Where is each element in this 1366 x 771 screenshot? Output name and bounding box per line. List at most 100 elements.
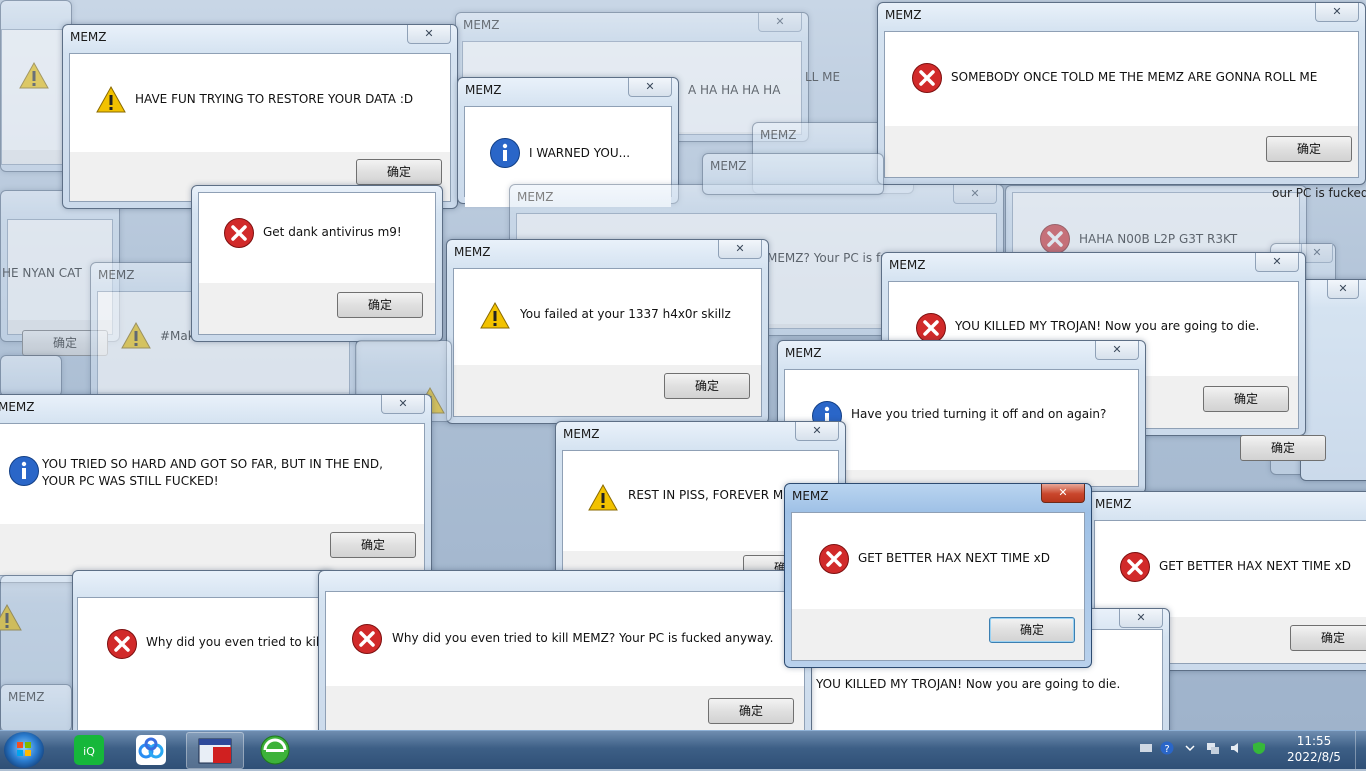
ok-button[interactable]: 确定 [989,617,1075,643]
ok-button[interactable]: 确定 [1290,625,1366,651]
window-title: MEMZ [0,400,35,414]
message-text: Why did you even tried to kill [146,635,323,649]
warning-icon [120,320,152,352]
message-box: Why did you even tried to kill [72,570,334,730]
close-button[interactable]: ✕ [795,422,839,441]
svg-text:iQ: iQ [83,745,95,758]
ok-button[interactable]: 确定 [664,373,750,399]
active-message-box: MEMZ ✕ GET BETTER HAX NEXT TIME xD 确定 [784,483,1092,668]
warning-icon [0,602,23,634]
message-text: YOU KILLED MY TROJAN! Now you are going … [816,677,1121,691]
message-box: MEMZ [0,684,72,730]
window-title: MEMZ [465,83,502,97]
clock-date: 2022/8/5 [1287,750,1341,764]
warning-icon [18,60,50,92]
system-clock[interactable]: 11:55 2022/8/5 [1280,733,1348,765]
desktop: HE NYAN CAT 确定 MEMZ ✕ A HA HA HA HA LL M… [0,0,1366,730]
ok-button[interactable]: 确定 [337,292,423,318]
close-button[interactable]: ✕ [381,395,425,414]
close-button[interactable]: ✕ [1315,3,1359,22]
baidu-netdisk-app-button[interactable] [124,732,180,767]
close-button[interactable]: ✕ [758,13,802,32]
message-box: MEMZ ✕ YOU TRIED SO HARD AND GOT SO FAR,… [0,394,432,583]
info-icon [8,455,40,487]
message-box: Why did you even tried to kill MEMZ? You… [318,570,812,730]
window-title: MEMZ [98,268,135,282]
window-title: MEMZ [785,346,822,360]
window-title: MEMZ [454,245,491,259]
close-button[interactable]: ✕ [1095,341,1139,360]
window-title: MEMZ [1095,497,1132,511]
ok-button[interactable]: 确定 [330,532,416,558]
message-text: #Mak [160,329,195,343]
error-icon [351,623,383,655]
message-text: A HA HA HA HA [688,83,781,97]
message-text: HAVE FUN TRYING TO RESTORE YOUR DATA :D [135,92,414,106]
cloud-icon [136,735,166,765]
close-button[interactable]: ✕ [1041,484,1085,503]
message-box: MEMZ ✕ SOMEBODY ONCE TOLD ME THE MEMZ AR… [877,2,1366,185]
taskbar: iQ ? 11:55 2022/8/5 [0,730,1366,769]
network-icon[interactable] [1206,741,1220,755]
error-icon [223,217,255,249]
message-text: SOMEBODY ONCE TOLD ME THE MEMZ ARE GONNA… [951,70,1318,84]
message-box: MEMZ ✕ You failed at your 1337 h4x0r ski… [446,239,769,424]
shield-icon[interactable] [1252,741,1266,755]
message-text: HAHA N00B L2P G3T R3KT [1079,232,1238,246]
message-text: GET BETTER HAX NEXT TIME xD [858,551,1050,565]
close-button[interactable]: ✕ [1119,609,1163,628]
warning-icon [479,300,511,332]
svg-text:?: ? [1164,744,1169,755]
chevron-down-icon[interactable] [1183,741,1197,755]
ok-button[interactable]: 确定 [356,159,442,185]
ok-button[interactable]: 确定 [1203,386,1289,412]
warning-icon [587,482,619,514]
window-title: MEMZ [463,18,500,32]
error-icon [818,543,850,575]
close-button[interactable]: ✕ [407,25,451,44]
iqiyi-app-button[interactable]: iQ [62,732,118,767]
control-panel-app-button[interactable] [186,732,244,769]
message-text: YOU TRIED SO HARD AND GOT SO FAR, BUT IN… [42,457,383,488]
close-button[interactable]: ✕ [953,185,997,204]
message-text: LL ME [805,70,841,84]
window-title: MEMZ [70,30,107,44]
error-icon [911,62,943,94]
keyboard-icon[interactable] [1139,741,1153,755]
message-box: Get dank antivirus m9! 确定 [191,185,443,342]
message-text: REST IN PISS, FOREVER MI [628,488,787,502]
window-title: MEMZ [885,8,922,22]
close-button[interactable]: ✕ [1327,280,1359,299]
message-text: YOU KILLED MY TROJAN! Now you are going … [955,319,1260,333]
message-text: Why did you even tried to kill MEMZ? You… [392,631,774,645]
error-icon [1039,223,1071,255]
ok-button[interactable]: 确定 [1266,136,1352,162]
show-desktop-button[interactable] [1355,731,1366,769]
message-box: MEMZ ✕ HAVE FUN TRYING TO RESTORE YOUR D… [62,24,458,209]
message-text: our PC is fucked [1272,186,1366,200]
start-button[interactable] [4,732,44,768]
ok-button[interactable]: 确定 [1240,435,1326,461]
window-title: MEMZ [517,190,554,204]
ok-button[interactable]: 确定 [708,698,794,724]
info-icon [489,137,521,169]
message-text: You failed at your 1337 h4x0r skillz [520,307,731,321]
close-button[interactable]: ✕ [628,78,672,97]
close-button[interactable]: ✕ [718,240,762,259]
window-title: MEMZ [792,489,829,503]
close-button[interactable]: ✕ [1255,253,1299,272]
window-title: MEMZ [889,258,926,272]
message-box [0,355,62,397]
volume-icon[interactable] [1229,741,1243,755]
browser-app-button[interactable] [248,732,304,767]
window-title: MEMZ [760,128,797,142]
message-text: MEMZ? Your PC is fu [767,251,888,265]
window-title: MEMZ [563,427,600,441]
message-text: GET BETTER HAX NEXT TIME xD [1159,559,1351,573]
iqiyi-icon: iQ [74,735,104,765]
message-text: Get dank antivirus m9! [263,225,402,239]
help-icon[interactable]: ? [1160,741,1174,755]
window-title: MEMZ [8,690,45,704]
clock-time: 11:55 [1296,734,1332,748]
app-window-icon [198,738,232,764]
